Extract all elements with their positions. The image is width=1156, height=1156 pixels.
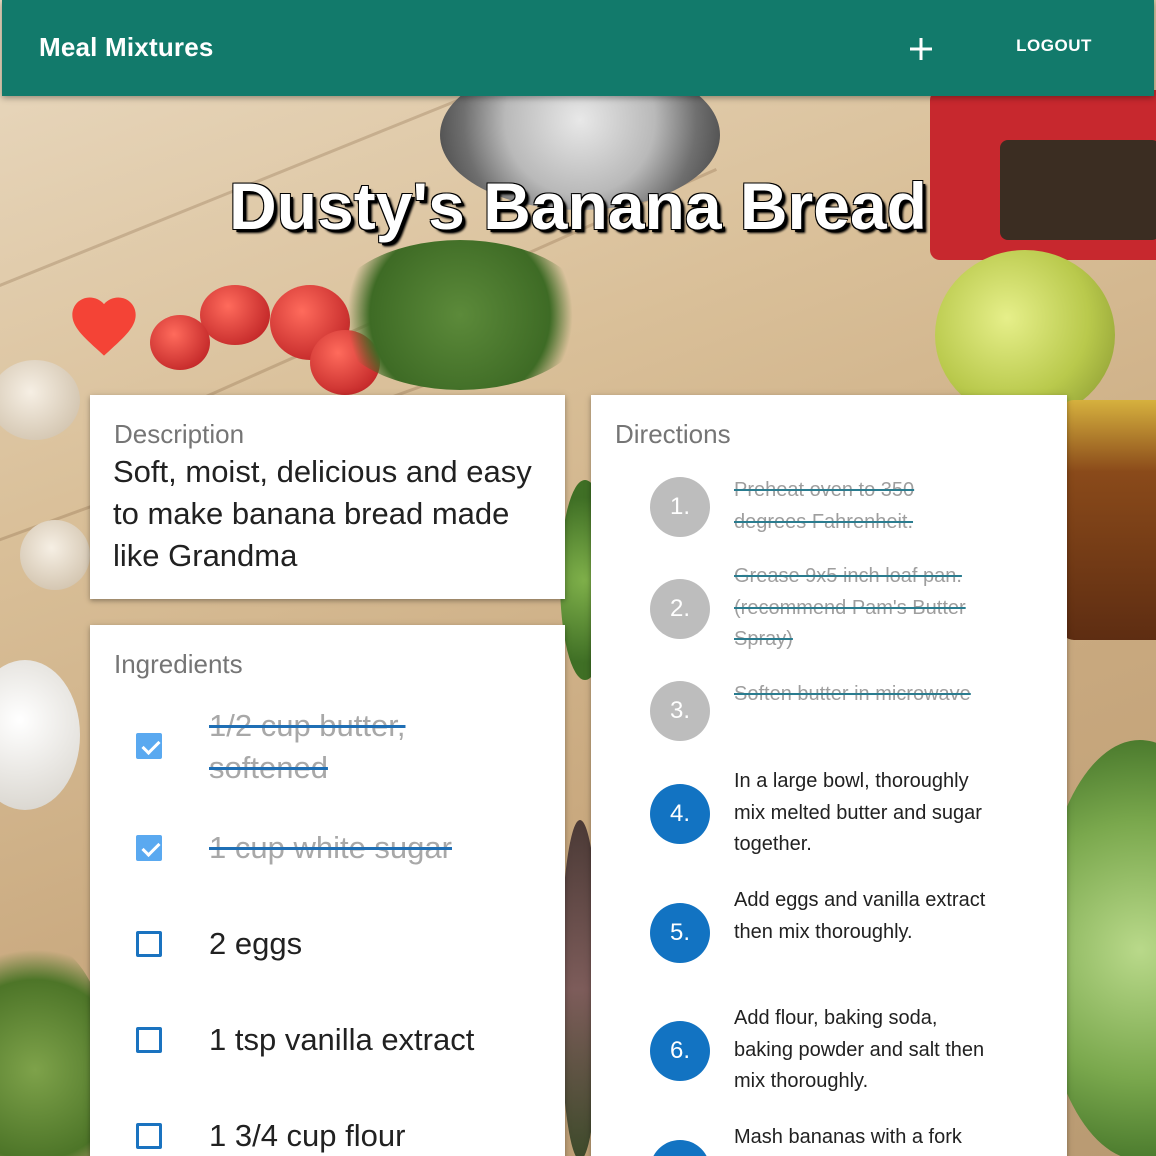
description-card: Description Soft, moist, delicious and e… (90, 395, 565, 599)
description-heading: Description (114, 419, 245, 449)
ingredient-label: 1 cup white sugar (209, 830, 452, 865)
step-number: 2. (650, 579, 710, 639)
ingredient-checkbox[interactable] (136, 1027, 162, 1053)
app-brand[interactable]: Meal Mixtures (39, 32, 214, 63)
direction-step[interactable]: 5. Add eggs and vanilla extract then mix… (591, 885, 1067, 981)
plus-icon (910, 38, 932, 60)
direction-step[interactable]: 3. Soften butter in microwave (591, 679, 1067, 743)
ingredient-item[interactable]: 2 eggs (90, 923, 565, 973)
step-text: In a large bowl, thoroughly mix melted b… (734, 770, 982, 855)
ingredient-checkbox[interactable] (136, 835, 162, 861)
step-number: 3. (650, 681, 710, 741)
step-text: Add eggs and vanilla extract then mix th… (734, 889, 986, 943)
ingredient-item[interactable]: 1 cup white sugar (90, 827, 565, 877)
add-recipe-button[interactable] (898, 26, 944, 72)
step-number (650, 1140, 710, 1156)
ingredient-checkbox[interactable] (136, 931, 162, 957)
ingredient-checkbox[interactable] (136, 1123, 162, 1149)
step-number: 4. (650, 784, 710, 844)
direction-step[interactable]: Mash bananas with a fork (591, 1122, 1067, 1156)
directions-heading: Directions (615, 419, 731, 449)
ingredient-label: 1 tsp vanilla extract (209, 1022, 475, 1057)
step-number: 5. (650, 903, 710, 963)
ingredients-heading: Ingredients (114, 649, 243, 679)
recipe-title: Dusty's Banana Bread (229, 169, 927, 243)
direction-step[interactable]: 2. Grease 9x5 inch loaf pan. (recommend … (591, 561, 1067, 657)
ingredient-item[interactable]: 1/2 cup butter, softened (90, 705, 565, 795)
step-text: Soften butter in microwave (734, 683, 971, 705)
step-number: 1. (650, 477, 710, 537)
app-bar: Meal Mixtures LOGOUT (2, 0, 1154, 96)
favorite-button[interactable] (64, 288, 144, 364)
step-text: Preheat oven to 350 degrees Fahrenheit. (734, 479, 915, 533)
direction-step[interactable]: 1. Preheat oven to 350 degrees Fahrenhei… (591, 475, 1067, 539)
heart-icon (72, 297, 136, 356)
step-text: Grease 9x5 inch loaf pan. (recommend Pam… (734, 565, 966, 650)
ingredient-item[interactable]: 1 3/4 cup flour (90, 1115, 565, 1156)
ingredient-label: 1 3/4 cup flour (209, 1118, 406, 1153)
step-text: Mash bananas with a fork (734, 1126, 962, 1148)
step-text: Add flour, baking soda, baking powder an… (734, 1007, 985, 1092)
ingredient-item[interactable]: 1 tsp vanilla extract (90, 1019, 565, 1069)
ingredient-label: 1/2 cup butter, softened (209, 708, 406, 785)
ingredient-label: 2 eggs (209, 926, 303, 961)
ingredients-card: Ingredients 1/2 cup butter, softened 1 c… (90, 625, 565, 1156)
ingredient-checkbox[interactable] (136, 733, 162, 759)
logout-button[interactable]: LOGOUT (1002, 36, 1106, 62)
directions-card: Directions 1. Preheat oven to 350 degree… (591, 395, 1067, 1156)
direction-step[interactable]: 4. In a large bowl, thoroughly mix melte… (591, 766, 1067, 862)
description-text: Soft, moist, delicious and easy to make … (113, 454, 532, 573)
direction-step[interactable]: 6. Add flour, baking soda, baking powder… (591, 1003, 1067, 1099)
step-number: 6. (650, 1021, 710, 1081)
